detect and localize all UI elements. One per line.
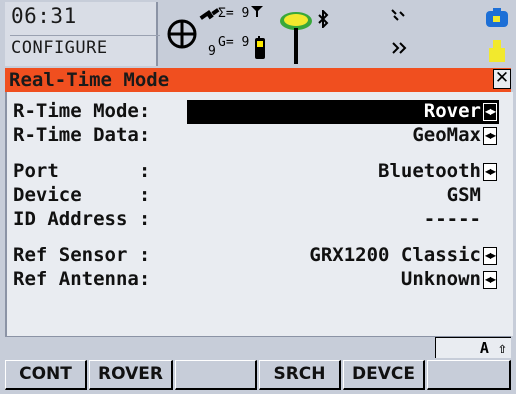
rtime-mode-value: Rover (423, 100, 481, 122)
close-button[interactable]: ✕ (493, 69, 511, 89)
id-address-value: ----- (423, 208, 481, 230)
mode-name: CONFIGURE (11, 38, 108, 58)
row-ref-antenna[interactable]: Ref Antenna: Unknown ◀▶ (7, 268, 513, 292)
clock: 06:31 (11, 4, 77, 28)
ref-sensor-label: Ref Sensor : (13, 244, 151, 266)
shift-bar: A ⇧ (5, 336, 511, 359)
time-mode-box: 06:31 CONFIGURE (5, 2, 160, 66)
ref-antenna-label: Ref Antenna: (13, 268, 151, 290)
shift-indicator: A ⇧ (479, 339, 507, 357)
ref-sensor-arrows-icon[interactable]: ◀▶ (483, 247, 497, 265)
antenna-icon (391, 9, 405, 21)
ref-sensor-value: GRX1200 Classic (309, 244, 481, 266)
row-device[interactable]: Device : GSM (7, 184, 513, 208)
row-rtime-mode[interactable]: R-Time Mode: Rover ◀▶ (7, 100, 513, 124)
signal-icon (251, 6, 263, 17)
rtime-mode-field[interactable]: Rover ◀▶ (187, 100, 499, 124)
ref-antenna-arrows-icon[interactable]: ◀▶ (483, 271, 497, 289)
rtime-data-arrows-icon[interactable]: ◀▶ (483, 127, 497, 145)
rtime-data-label: R-Time Data: (13, 124, 151, 146)
receiver-icon (280, 12, 312, 64)
rtime-data-value: GeoMax (412, 124, 481, 146)
status-bar: 06:31 CONFIGURE Σ= 9 9 G= 9 (0, 0, 516, 68)
port-label: Port : (13, 160, 151, 182)
f4-srch-button[interactable]: SRCH (259, 360, 341, 390)
f1-cont-button[interactable]: CONT (5, 360, 87, 390)
settings-panel: R-Time Mode: Rover ◀▶ R-Time Data: GeoMa… (5, 92, 513, 336)
input-mode-box: A ⇧ (435, 337, 511, 359)
satellites-tracked: 9 (208, 44, 216, 59)
page-title: Real-Time Mode (9, 69, 170, 91)
rtime-mode-label: R-Time Mode: (13, 100, 151, 122)
device-label: Device : (13, 184, 151, 206)
f6-empty-button[interactable] (427, 360, 511, 390)
bluetooth-icon (318, 10, 329, 28)
row-rtime-data[interactable]: R-Time Data: GeoMax ◀▶ (7, 124, 513, 148)
battery-icon (486, 8, 508, 27)
device-value: GSM (446, 184, 481, 206)
ref-antenna-value: Unknown (400, 268, 481, 290)
instrument-screen: 06:31 CONFIGURE Σ= 9 9 G= 9 Real-Time Mo… (0, 0, 516, 394)
function-key-bar: CONT ROVER SRCH DEVCE (5, 358, 511, 394)
f3-empty-button[interactable] (175, 360, 257, 390)
f2-rover-button[interactable]: ROVER (89, 360, 173, 390)
network-icon (392, 42, 407, 54)
satellite-count-total: Σ= 9 (218, 6, 250, 21)
f5-devce-button[interactable]: DEVCE (343, 360, 425, 390)
row-port[interactable]: Port : Bluetooth ◀▶ (7, 160, 513, 184)
port-value: Bluetooth (378, 160, 481, 182)
id-address-label: ID Address : (13, 208, 151, 230)
satellite-icon (199, 8, 220, 20)
title-bar: Real-Time Mode ✕ (5, 68, 511, 92)
divider (10, 35, 160, 36)
port-arrows-icon[interactable]: ◀▶ (483, 163, 497, 181)
phone-icon (255, 36, 265, 59)
row-ref-sensor[interactable]: Ref Sensor : GRX1200 Classic ◀▶ (7, 244, 513, 268)
rtime-mode-arrows-icon[interactable]: ◀▶ (483, 103, 497, 121)
row-id-address[interactable]: ID Address : ----- (7, 208, 513, 232)
memory-icon (489, 40, 505, 62)
position-mode-icon (167, 19, 197, 49)
satellite-count-gps: G= 9 (218, 35, 250, 50)
